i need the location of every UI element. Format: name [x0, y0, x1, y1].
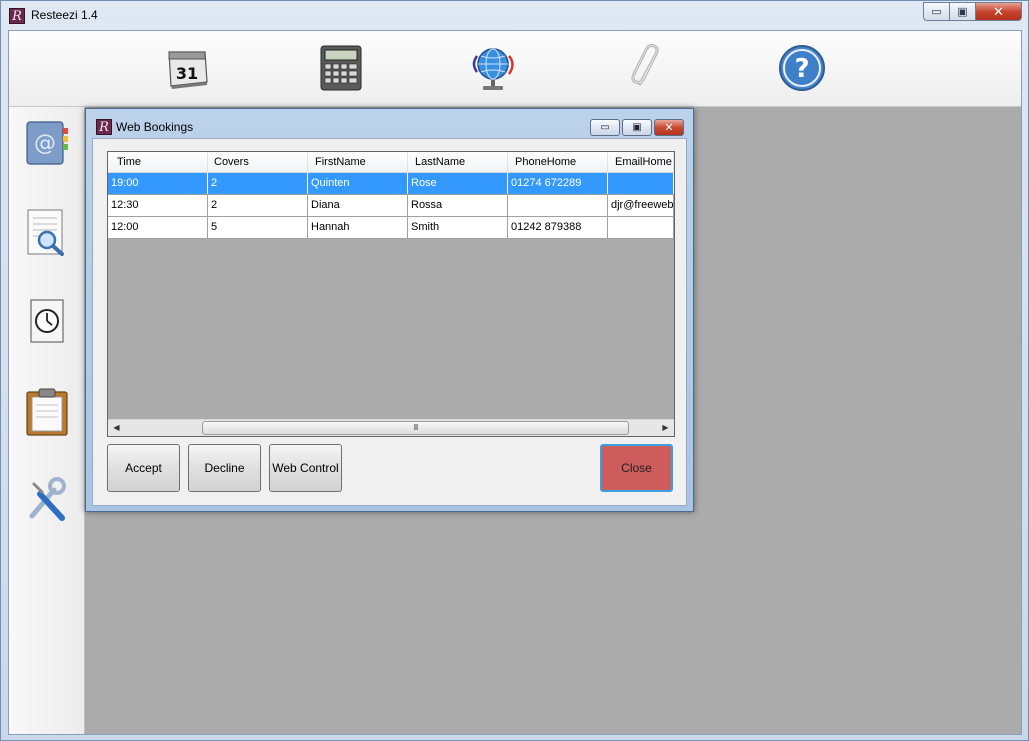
tools-icon [29, 477, 66, 521]
web-sync-button[interactable] [467, 41, 521, 95]
calculator-button[interactable] [314, 41, 368, 95]
scroll-thumb[interactable]: III [202, 421, 629, 435]
svg-text:31: 31 [176, 64, 198, 83]
dialog-maximize-button[interactable]: ▣ [622, 119, 652, 136]
web-control-button[interactable]: Web Control [269, 444, 342, 492]
cell-emailhome[interactable] [608, 173, 674, 194]
calendar-button[interactable]: 31 [160, 41, 214, 95]
settings-button[interactable] [21, 473, 73, 527]
dialog-minimize-button[interactable]: ▭ [590, 119, 620, 136]
dialog-logo-icon: R [96, 119, 112, 135]
minimize-button[interactable]: ▭ [923, 2, 950, 21]
main-window: R Resteezi 1.4 ▭ ▣ ✕ 31 ? @ R Web Bookin… [0, 0, 1029, 741]
clipboard-button[interactable] [21, 385, 73, 439]
maximize-button[interactable]: ▣ [950, 2, 976, 21]
cell-time[interactable]: 19:00 [108, 173, 208, 194]
dialog-body: Time Covers FirstName LastName PhoneHome… [92, 138, 687, 506]
svg-text:@: @ [34, 131, 56, 156]
web-bookings-window: R Web Bookings ▭ ▣ ✕ Time Covers FirstNa… [85, 108, 694, 512]
cell-emailhome[interactable] [608, 217, 674, 238]
search-bookings-button[interactable] [21, 206, 73, 260]
cell-lastname[interactable]: Rose [408, 173, 508, 194]
table-row[interactable]: 12:30 2 Diana Rossa djr@freewebr [108, 195, 674, 217]
accept-button[interactable]: Accept [107, 444, 180, 492]
cell-covers[interactable]: 2 [208, 195, 308, 216]
main-toolbar: 31 ? [9, 31, 1021, 107]
globe-network-icon [472, 48, 514, 90]
cell-emailhome[interactable]: djr@freewebr [608, 195, 674, 216]
cell-phonehome[interactable]: 01242 879388 [508, 217, 608, 238]
cell-time[interactable]: 12:00 [108, 217, 208, 238]
table-row[interactable]: 19:00 2 Quinten Rose 01274 672289 [108, 173, 674, 195]
cell-lastname[interactable]: Rossa [408, 195, 508, 216]
document-search-icon [27, 209, 64, 256]
dialog-window-controls: ▭ ▣ ✕ [590, 119, 684, 136]
scroll-left-arrow[interactable]: ◀ [108, 420, 125, 436]
cell-firstname[interactable]: Quinten [308, 173, 408, 194]
dialog-title: Web Bookings [116, 120, 194, 134]
window-controls: ▭ ▣ ✕ [923, 2, 1022, 21]
cell-firstname[interactable]: Diana [308, 195, 408, 216]
cell-phonehome[interactable]: 01274 672289 [508, 173, 608, 194]
grid-rows: 19:00 2 Quinten Rose 01274 672289 12:30 … [108, 173, 674, 239]
calendar-icon: 31 [168, 51, 208, 89]
help-icon: ? [779, 45, 825, 91]
cell-firstname[interactable]: Hannah [308, 217, 408, 238]
history-button[interactable] [21, 295, 73, 349]
window-title: Resteezi 1.4 [31, 8, 98, 22]
help-button[interactable]: ? [775, 41, 829, 95]
close-window-button[interactable]: ✕ [976, 2, 1022, 21]
attachment-button[interactable] [621, 41, 675, 95]
clipboard-icon [26, 388, 68, 436]
address-book-icon: @ [26, 121, 68, 165]
app-logo-icon: R [9, 8, 25, 24]
cell-lastname[interactable]: Smith [408, 217, 508, 238]
column-header-covers[interactable]: Covers [208, 152, 308, 173]
table-row[interactable]: 12:00 5 Hannah Smith 01242 879388 [108, 217, 674, 239]
scroll-right-arrow[interactable]: ▶ [657, 420, 674, 436]
column-header-phonehome[interactable]: PhoneHome [508, 152, 608, 173]
column-header-time[interactable]: Time [108, 152, 208, 173]
cell-time[interactable]: 12:30 [108, 195, 208, 216]
address-book-button[interactable]: @ [21, 116, 73, 170]
bookings-grid[interactable]: Time Covers FirstName LastName PhoneHome… [107, 151, 675, 437]
cell-phonehome[interactable] [508, 195, 608, 216]
web-bookings-titlebar[interactable]: R Web Bookings ▭ ▣ ✕ [86, 109, 693, 138]
paperclip-icon [631, 44, 659, 86]
cell-covers[interactable]: 2 [208, 173, 308, 194]
dialog-close-icon-button[interactable]: ✕ [654, 119, 684, 136]
svg-text:?: ? [794, 54, 809, 84]
column-header-lastname[interactable]: LastName [408, 152, 508, 173]
column-header-firstname[interactable]: FirstName [308, 152, 408, 173]
calculator-icon [320, 45, 362, 91]
close-button[interactable]: Close [600, 444, 673, 492]
clock-document-icon [30, 299, 64, 343]
grid-header: Time Covers FirstName LastName PhoneHome… [108, 152, 674, 173]
column-header-emailhome[interactable]: EmailHome [608, 152, 674, 173]
horizontal-scrollbar[interactable]: ◀ III ▶ [108, 419, 674, 436]
main-titlebar[interactable]: R Resteezi 1.4 ▭ ▣ ✕ [1, 1, 1028, 30]
decline-button[interactable]: Decline [188, 444, 261, 492]
left-sidebar: @ [9, 107, 85, 734]
cell-covers[interactable]: 5 [208, 217, 308, 238]
